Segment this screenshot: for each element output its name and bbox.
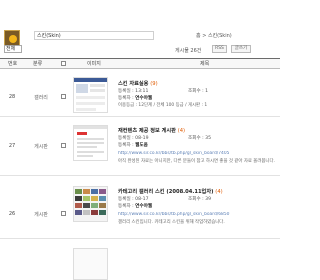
post-count: 게시물 26건 xyxy=(175,48,202,54)
row-thumbnail[interactable] xyxy=(73,125,108,161)
row-title-link[interactable]: 카테고리 갤러리 스킨 (2008.04.11업자) (4) xyxy=(118,188,223,195)
row-checkbox[interactable] xyxy=(61,211,66,216)
category-select-value: 전체 xyxy=(6,46,16,52)
write-button[interactable]: 글쓰기 xyxy=(231,45,251,53)
row-category[interactable]: 게시판 xyxy=(30,143,52,150)
row-reg-date: 등록일 : 08-17 xyxy=(118,197,149,202)
row-author: 등록자 : 웹도움 xyxy=(118,143,148,148)
author-link[interactable]: 연수야웹 xyxy=(135,96,152,101)
row-number: 28 xyxy=(8,94,16,100)
row-reg-date: 등록일 : 13:11 xyxy=(118,89,149,94)
col-number: 번호 xyxy=(8,61,18,67)
row-views: 조회수 : 39 xyxy=(188,197,212,202)
row-author: 등록자 : 연수야웹 xyxy=(118,96,153,101)
row-category[interactable]: 게시판 xyxy=(30,211,52,218)
row-summary: 이용등급 : 12단계 / 전체 100 등급 / 게시판 : 1 xyxy=(118,103,208,108)
trackback-url[interactable]: http://www.sir.co.kr/bbs/tb.php/gl_skin_… xyxy=(118,151,278,156)
row-author: 등록자 : 연수야웹 xyxy=(118,204,153,209)
search-input[interactable] xyxy=(34,31,154,40)
row-number: 26 xyxy=(8,211,16,217)
site-logo[interactable] xyxy=(4,30,20,46)
row-divider xyxy=(0,116,280,117)
row-number: 27 xyxy=(8,143,16,149)
author-link[interactable]: 웹도움 xyxy=(135,143,148,148)
row-checkbox[interactable] xyxy=(61,94,66,99)
row-category[interactable]: 갤러리 xyxy=(30,94,52,101)
breadcrumb: 홈 > 스킨(Skin) xyxy=(196,33,232,39)
row-divider xyxy=(0,175,280,176)
author-link[interactable]: 연수야웹 xyxy=(135,204,152,209)
col-category: 분류 xyxy=(33,61,43,67)
trackback-url[interactable]: http://www.sir.co.kr/bbs/tb.php/gl_skin_… xyxy=(118,212,278,217)
row-title-link[interactable]: 재컨텐츠 제공 정보 게시판 (4) xyxy=(118,127,185,134)
row-summary: 갤러리 스킨입니다. 카테고리 스킨을 위해 작업하였습니다. xyxy=(118,220,225,225)
row-views: 조회수 : 35 xyxy=(188,136,212,141)
select-all-checkbox[interactable] xyxy=(61,61,66,66)
row-views: 조회수 : 1 xyxy=(188,89,209,94)
col-image: 이미지 xyxy=(87,61,101,67)
row-thumbnail[interactable] xyxy=(73,186,108,222)
row-divider xyxy=(0,238,280,239)
row-reg-date: 등록일 : 08-19 xyxy=(118,136,149,141)
rss-button[interactable]: RSS xyxy=(212,45,227,53)
row-title-link[interactable]: 스킨 자료실용 (9) xyxy=(118,80,158,87)
row-summary: 아직 완성된 자료는 아니지만, 다른 분들이 참고 하시면 좋을 것 같아 자… xyxy=(118,159,275,164)
row-checkbox[interactable] xyxy=(61,143,66,148)
sun-icon xyxy=(9,35,17,43)
col-title: 제목 xyxy=(200,61,210,67)
category-select[interactable]: 전체 xyxy=(4,45,22,53)
row-thumbnail[interactable] xyxy=(73,248,108,280)
row-thumbnail[interactable] xyxy=(73,77,108,113)
